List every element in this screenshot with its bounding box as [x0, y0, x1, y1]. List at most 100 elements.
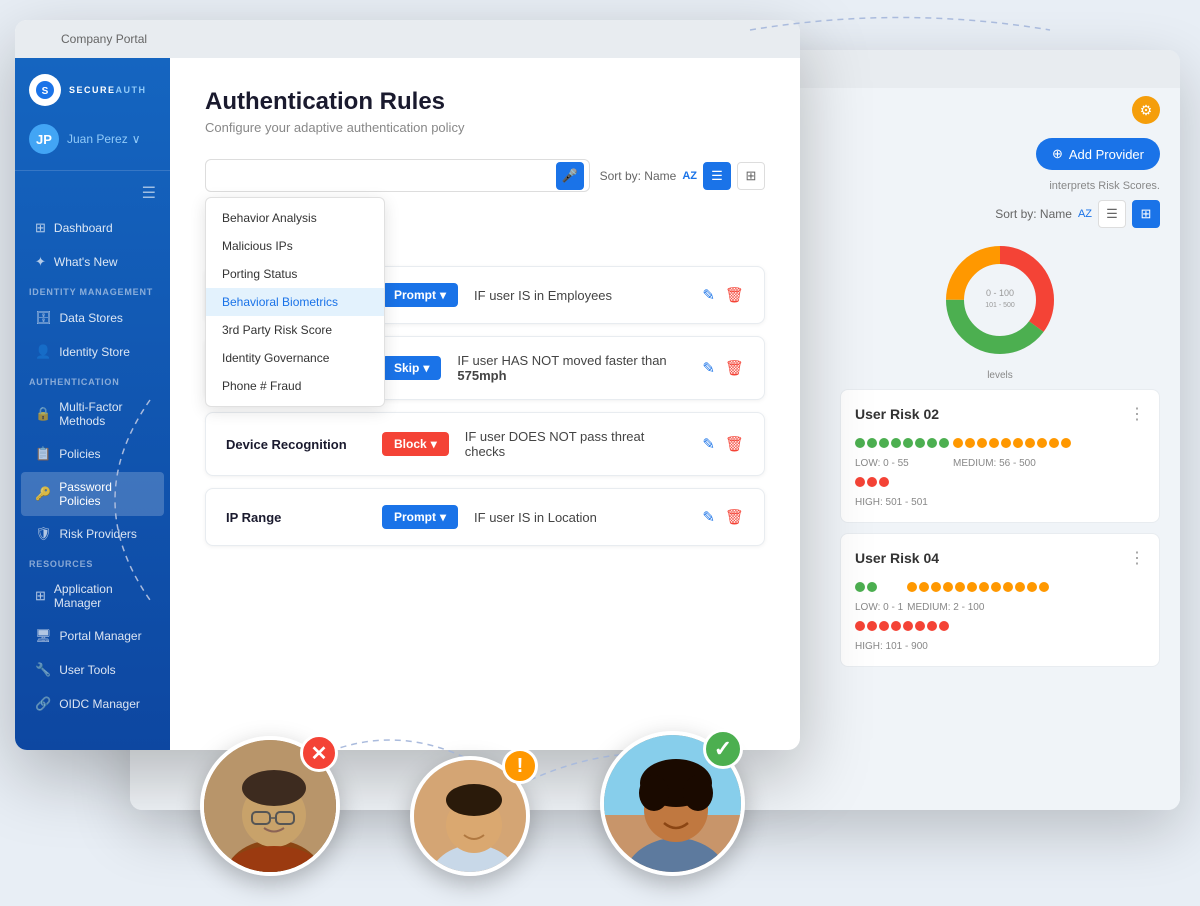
sort-az-icon: AZ: [1078, 208, 1092, 220]
edit-btn-2[interactable]: ✎: [702, 435, 715, 453]
rule-action-btn-3[interactable]: Prompt ▾: [382, 505, 458, 529]
mic-button[interactable]: 🎤: [556, 162, 584, 190]
sidebar-item-portal-manager[interactable]: 🖥 Portal Manager: [21, 620, 164, 652]
rule-actions-3: ✎ 🗑: [702, 508, 744, 526]
sidebar-item-data-stores[interactable]: 🗄 Data Stores: [21, 302, 164, 334]
sidebar-item-identity-store[interactable]: 👤 Identity Store: [21, 336, 164, 368]
policies-label: Policies: [59, 447, 100, 461]
main-content: Authentication Rules Configure your adap…: [170, 58, 800, 750]
rule-condition-0: IF user IS in Employees: [474, 288, 686, 303]
portal-manager-label: Portal Manager: [60, 629, 142, 643]
data-stores-icon: 🗄: [35, 310, 52, 326]
back-sort-label: interprets Risk Scores.: [840, 180, 1160, 192]
sidebar-divider-1: [15, 170, 170, 171]
sidebar-item-app-manager[interactable]: ⊞ Application Manager: [21, 574, 164, 618]
sort-az-badge: AZ: [682, 170, 697, 182]
password-icon: 🔑: [35, 486, 51, 502]
list-view-btn[interactable]: ☰: [1098, 200, 1126, 228]
rule-name-3: IP Range: [226, 510, 366, 525]
page-subtitle: Configure your adaptive authentication p…: [205, 120, 765, 135]
rule-action-btn-0[interactable]: Prompt ▾: [382, 283, 458, 307]
risk-dots-1: LOW: 0 - 55 MEDIUM: 56 - 500: [855, 434, 1145, 508]
dropdown-item-5[interactable]: Identity Governance: [206, 344, 384, 372]
edit-btn-0[interactable]: ✎: [702, 286, 715, 304]
rule-action-btn-2[interactable]: Block ▾: [382, 432, 449, 456]
data-stores-label: Data Stores: [60, 311, 123, 325]
search-input[interactable]: [205, 159, 590, 192]
delete-btn-1[interactable]: 🗑: [725, 359, 744, 377]
donut-chart: 0 - 100 101 - 500: [940, 240, 1060, 360]
sidebar-item-oidc[interactable]: 🔗 OIDC Manager: [21, 688, 164, 720]
risk-card-1-menu[interactable]: ⋮: [1129, 404, 1145, 424]
rule-action-label-1: Skip: [394, 361, 419, 375]
dashboard-icon: ⊞: [35, 220, 46, 236]
dropdown-item-6[interactable]: Phone # Fraud: [206, 372, 384, 400]
page-title: Authentication Rules: [205, 88, 765, 116]
dropdown-arrow-0: ▾: [440, 288, 446, 302]
svg-text:101 - 500: 101 - 500: [985, 302, 1015, 309]
list-view-btn[interactable]: ☰: [703, 162, 731, 190]
dropdown-item-2[interactable]: Porting Status: [206, 260, 384, 288]
avatar-status-3: ✓: [703, 729, 743, 769]
edit-btn-3[interactable]: ✎: [702, 508, 715, 526]
risk-card-1: User Risk 02 ⋮ LOW: 0 - 55: [840, 389, 1160, 523]
hamburger-icon: ☰: [142, 183, 156, 203]
risk-providers-panel: ⊕ Add Provider interprets Risk Scores. S…: [840, 138, 1160, 677]
add-provider-button[interactable]: ⊕ Add Provider: [1036, 138, 1160, 170]
dropdown-item-1[interactable]: Malicious IPs: [206, 232, 384, 260]
plus-icon: ⊕: [1052, 146, 1063, 162]
brand-text: SECUREAUTH: [69, 86, 147, 95]
grid-view-btn[interactable]: ⊞: [1132, 200, 1160, 228]
sidebar-item-risk-providers[interactable]: 🛡 Risk Providers: [21, 518, 164, 550]
risk-icon: 🛡: [35, 526, 52, 542]
username-label: Juan Perez: [67, 132, 128, 146]
resources-section-label: RESOURCES: [15, 551, 170, 573]
dropdown-menu: Behavior Analysis Malicious IPs Porting …: [205, 197, 385, 407]
risk-card-2: User Risk 04 ⋮ LOW: 0 - 1: [840, 533, 1160, 667]
delete-btn-0[interactable]: 🗑: [725, 286, 744, 304]
rule-action-btn-1[interactable]: Skip ▾: [382, 356, 441, 380]
sidebar-item-password-policies[interactable]: 🔑 Password Policies: [21, 472, 164, 516]
rule-condition-3: IF user IS in Location: [474, 510, 686, 525]
auth-section-label: AUTHENTICATION: [15, 369, 170, 391]
rule-action-label-2: Block: [394, 437, 427, 451]
rule-condition-1: IF user HAS NOT moved faster than 575mph: [457, 353, 686, 383]
risk-card-1-header: User Risk 02 ⋮: [855, 404, 1145, 424]
edit-btn-1[interactable]: ✎: [702, 359, 715, 377]
user-avatar-1-container: ✕: [200, 736, 340, 876]
dropdown-arrow-1: ▾: [423, 361, 429, 375]
rule-action-label-0: Prompt: [394, 288, 436, 302]
sidebar-collapse-btn[interactable]: ☰: [15, 175, 170, 211]
sidebar-item-whats-new[interactable]: ✦ What's New: [21, 246, 164, 278]
front-titlebar: Company Portal: [15, 20, 800, 58]
user-avatar-2-container: !: [410, 756, 530, 876]
delete-btn-2[interactable]: 🗑: [725, 435, 744, 453]
dropdown-item-0[interactable]: Behavior Analysis: [206, 204, 384, 232]
dropdown-arrow-2: ▾: [431, 437, 437, 451]
risk-card-2-menu[interactable]: ⋮: [1129, 548, 1145, 568]
app-manager-icon: ⊞: [35, 588, 46, 604]
brand-name: SECUREAUTH: [69, 86, 147, 95]
svg-text:S: S: [42, 86, 49, 97]
grid-view-btn[interactable]: ⊞: [737, 162, 765, 190]
user-menu[interactable]: JP Juan Perez ∨: [15, 116, 170, 166]
sidebar-item-dashboard[interactable]: ⊞ Dashboard: [21, 212, 164, 244]
avatar-status-2: !: [502, 748, 538, 784]
rule-actions-2: ✎ 🗑: [702, 435, 744, 453]
back-sort-text: Sort by: Name: [995, 207, 1072, 221]
gear-icon[interactable]: ⚙: [1132, 96, 1160, 124]
sidebar-item-mfa[interactable]: 🔒 Multi-Factor Methods: [21, 392, 164, 436]
sidebar-item-user-tools[interactable]: 🔧 User Tools: [21, 654, 164, 686]
whats-new-label: What's New: [54, 255, 118, 269]
rule-row-2: Device Recognition Block ▾ IF user DOES …: [205, 412, 765, 476]
delete-btn-3[interactable]: 🗑: [725, 508, 744, 526]
sidebar: S SECUREAUTH JP Juan Perez ∨ ☰ ⊞: [15, 58, 170, 750]
avatar: JP: [29, 124, 59, 154]
sidebar-item-policies[interactable]: 📋 Policies: [21, 438, 164, 470]
dropdown-item-4[interactable]: 3rd Party Risk Score: [206, 316, 384, 344]
dropdown-item-3[interactable]: Behavioral Biometrics: [206, 288, 384, 316]
password-policies-label: Password Policies: [59, 480, 150, 508]
user-avatar-3-container: ✓: [600, 731, 745, 876]
front-window: Company Portal S SECUREAUTH JP Ju: [15, 20, 800, 750]
logo-icon: S: [29, 74, 61, 106]
